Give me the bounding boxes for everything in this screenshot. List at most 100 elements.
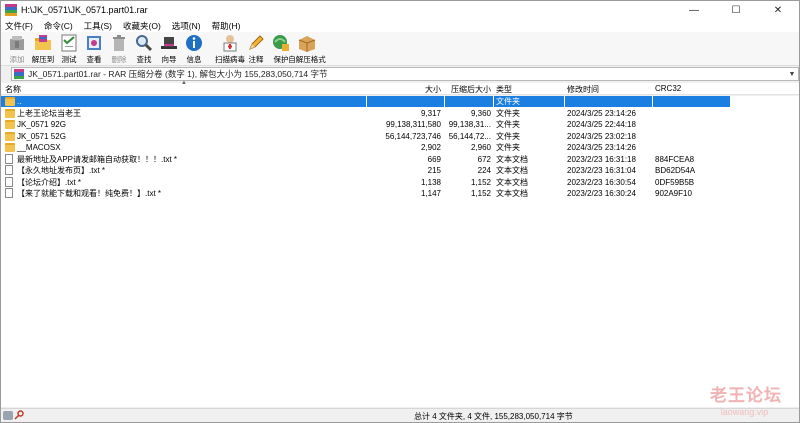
status-text: 总计 4 文件夹, 4 文件, 155,283,050,714 字节 bbox=[414, 412, 573, 421]
extract-to-button[interactable]: 解压到 bbox=[30, 32, 56, 66]
cell-name: 【来了就能下载和观看！纯免费！】.txt * bbox=[17, 189, 162, 198]
minimize-button[interactable]: — bbox=[673, 1, 715, 19]
cell-size: 99,138,311,580 bbox=[385, 120, 441, 129]
comment-pencil-icon bbox=[249, 35, 264, 50]
title-bar: H:\JK_0571\JK_0571.part01.rar — ☐ ✕ bbox=[1, 1, 799, 19]
path-dropdown-icon[interactable]: ▼ bbox=[786, 71, 798, 78]
cell-name: JK_0571 92G bbox=[17, 120, 66, 129]
cell-modified: 2023/2/23 16:31:04 bbox=[567, 166, 636, 175]
toolbar: 添加 解压到 测试 查看 删除 查找 向导 信息 扫描病毒 注释 保护 自解压格… bbox=[1, 32, 799, 66]
cell-type: 文本文档 bbox=[496, 177, 528, 187]
watermark: 老王论坛 laowang.vip bbox=[710, 381, 782, 417]
test-checklist-icon bbox=[61, 34, 77, 52]
sort-arrow-icon: ▲ bbox=[181, 80, 187, 86]
column-header-modified[interactable]: 修改时间 bbox=[567, 84, 599, 95]
winrar-window: H:\JK_0571\JK_0571.part01.rar — ☐ ✕ 文件(F… bbox=[0, 0, 800, 423]
cell-size: 2,902 bbox=[420, 143, 441, 152]
virus-scan-button[interactable]: 扫描病毒 bbox=[215, 32, 245, 66]
cell-crc: 884FCEA8 bbox=[655, 154, 695, 164]
delete-trash-icon bbox=[113, 35, 125, 51]
column-header-size[interactable]: 大小 bbox=[367, 84, 441, 95]
protect-shield-icon bbox=[273, 35, 289, 51]
cell-size: 215 bbox=[427, 166, 441, 175]
menu-file[interactable]: 文件(F) bbox=[5, 20, 33, 32]
menu-help[interactable]: 帮助(H) bbox=[212, 20, 241, 32]
test-button[interactable]: 测试 bbox=[57, 32, 81, 66]
cell-modified: 2023/2/23 16:30:24 bbox=[567, 189, 636, 198]
menu-bar: 文件(F) 命令(C) 工具(S) 收藏夹(O) 选项(N) 帮助(H) bbox=[1, 19, 799, 32]
window-title: H:\JK_0571\JK_0571.part01.rar bbox=[21, 5, 148, 15]
wizard-hat-icon bbox=[161, 37, 177, 49]
delete-button[interactable]: 删除 bbox=[107, 32, 131, 66]
folder-icon bbox=[5, 131, 15, 141]
cell-type: 文本文档 bbox=[496, 189, 528, 198]
find-button[interactable]: 查找 bbox=[132, 32, 156, 66]
folder-icon bbox=[5, 97, 15, 106]
rar-archive-icon bbox=[14, 69, 24, 79]
cell-crc: BD62D54A bbox=[655, 166, 696, 175]
comment-button[interactable]: 注释 bbox=[244, 32, 268, 66]
text-file-icon bbox=[5, 153, 13, 164]
drive-icon bbox=[3, 411, 13, 420]
cell-name: 最新地址及APP请发邮箱自动获取！！！.txt * bbox=[17, 154, 178, 164]
cell-type: 文件夹 bbox=[496, 131, 520, 141]
cell-modified: 2024/3/25 22:44:18 bbox=[567, 120, 636, 129]
close-button[interactable]: ✕ bbox=[757, 1, 799, 19]
cell-size: 669 bbox=[427, 154, 441, 164]
column-header-packed[interactable]: 压缩后大小 bbox=[445, 84, 491, 95]
text-file-icon bbox=[5, 165, 13, 175]
cell-crc: 0DF59B5B bbox=[655, 177, 695, 187]
archive-path-text: JK_0571.part01.rar - RAR 压缩分卷 (数字 1), 解包… bbox=[28, 69, 328, 79]
status-bar: 总计 4 文件夹, 4 文件, 155,283,050,714 字节 bbox=[1, 408, 799, 422]
column-header-name[interactable]: 名称 bbox=[5, 84, 21, 95]
cell-size: 9,317 bbox=[420, 108, 441, 118]
cell-modified: 2024/3/25 23:02:18 bbox=[567, 131, 636, 141]
info-button[interactable]: 信息 bbox=[182, 32, 206, 66]
cell-modified: 2023/2/23 16:31:18 bbox=[567, 154, 636, 164]
cell-name: 【论坛介绍】.txt * bbox=[17, 177, 82, 187]
table-row[interactable]: __MACOSX 2,902 2,960 文件夹 2024/3/25 23:14:26 bbox=[1, 142, 799, 153]
menu-options[interactable]: 选项(N) bbox=[172, 20, 201, 32]
cell-type: 文本文档 bbox=[496, 154, 528, 164]
maximize-button[interactable]: ☐ bbox=[715, 1, 757, 19]
winrar-app-icon bbox=[5, 4, 17, 16]
folder-icon bbox=[5, 143, 15, 152]
cell-name: JK_0571 52G bbox=[17, 131, 66, 141]
cell-type: 文件夹 bbox=[496, 143, 520, 152]
cell-packed bbox=[445, 96, 491, 107]
text-file-icon bbox=[5, 176, 13, 187]
column-header-type[interactable]: 类型 bbox=[496, 84, 512, 95]
table-row[interactable]: 【论坛介绍】.txt * 1,138 1,152 文本文档 2023/2/23 16:3… bbox=[1, 176, 799, 188]
cell-packed: 99,138,31... bbox=[448, 120, 491, 129]
table-row[interactable]: JK_0571 92G 99,138,311,580 99,138,31... 文件夹… bbox=[1, 119, 799, 130]
cell-type: 文件夹 bbox=[496, 97, 520, 106]
archive-path-bar[interactable]: JK_0571.part01.rar - RAR 压缩分卷 (数字 1), 解包… bbox=[11, 67, 799, 81]
watermark-title: 老王论坛 bbox=[710, 386, 782, 406]
text-file-icon bbox=[5, 188, 13, 198]
key-icon bbox=[14, 410, 24, 420]
virus-scan-doctor-icon bbox=[223, 35, 237, 52]
column-header-crc[interactable]: CRC32 bbox=[655, 84, 681, 93]
view-button[interactable]: 查看 bbox=[82, 32, 106, 66]
menu-tools[interactable]: 工具(S) bbox=[84, 20, 112, 32]
cell-packed: 224 bbox=[477, 166, 491, 175]
menu-commands[interactable]: 命令(C) bbox=[44, 20, 73, 32]
file-list-header: 名称 ▲ 大小 压缩后大小 类型 修改时间 CRC32 bbox=[1, 80, 799, 95]
table-row[interactable]: 上老王论坛当老王 9,317 9,360 文件夹 2024/3/25 23:14:26 bbox=[1, 108, 799, 119]
add-button[interactable]: 添加 bbox=[5, 32, 29, 66]
table-row[interactable]: 【永久地址发布页】.txt * 215 224 文本文档 2023/2/23 16:31… bbox=[1, 165, 799, 176]
table-row[interactable]: 最新地址及APP请发邮箱自动获取！！！.txt * 669 672 文本文档 2023/… bbox=[1, 153, 799, 165]
cell-packed: 1,152 bbox=[470, 177, 491, 187]
wizard-button[interactable]: 向导 bbox=[157, 32, 181, 66]
cell-modified: 2024/3/25 23:14:26 bbox=[567, 143, 636, 152]
menu-favorites[interactable]: 收藏夹(O) bbox=[123, 20, 161, 32]
table-row[interactable]: JK_0571 52G 56,144,723,746 56,144,72... 文件夹… bbox=[1, 131, 799, 142]
file-list: .. 文件夹 上老王论坛当老王 9,317 9,360 文件夹 2024/3/25 23:1… bbox=[1, 96, 799, 407]
table-row[interactable]: .. 文件夹 bbox=[1, 96, 799, 107]
cell-packed: 1,152 bbox=[470, 189, 491, 198]
cell-type: 文本文档 bbox=[496, 166, 528, 175]
table-row[interactable]: 【来了就能下载和观看！纯免费！】.txt * 1,147 1,152 文本文档 2023… bbox=[1, 188, 799, 199]
cell-name: 【永久地址发布页】.txt * bbox=[17, 166, 106, 175]
sfx-button[interactable]: 自解压格式 bbox=[288, 32, 326, 66]
view-book-icon bbox=[87, 36, 101, 50]
